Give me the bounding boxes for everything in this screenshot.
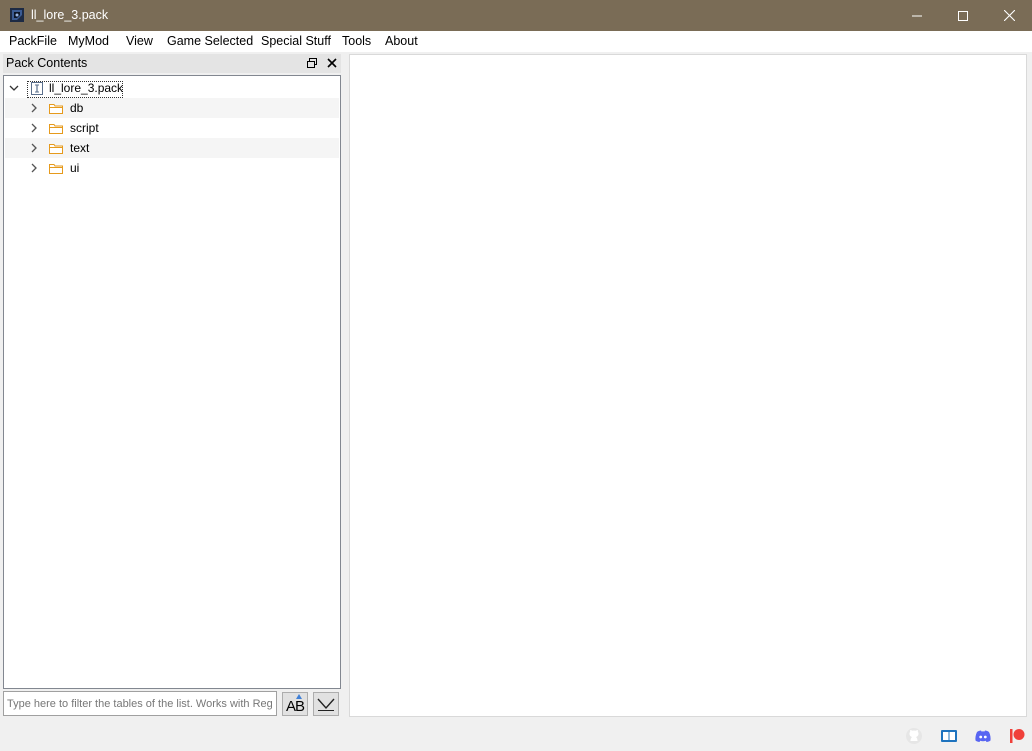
- discord-icon[interactable]: [974, 727, 992, 745]
- folder-icon: [49, 124, 63, 134]
- manual-book-icon[interactable]: [940, 727, 958, 745]
- menu-special-stuff[interactable]: Special Stuff: [261, 34, 331, 48]
- chevron-right-icon[interactable]: [29, 123, 39, 133]
- case-sensitive-button[interactable]: AB: [282, 692, 308, 716]
- minimize-button[interactable]: [894, 0, 940, 31]
- chevron-right-icon[interactable]: [29, 143, 39, 153]
- tree-item-script[interactable]: script: [5, 118, 339, 138]
- pack-contents-dock-header: Pack Contents: [3, 54, 341, 73]
- close-icon: [1003, 10, 1015, 21]
- main-content-area: [349, 54, 1027, 717]
- tree-item-label: text: [70, 141, 90, 155]
- tree-root-label: ll_lore_3.pack: [49, 81, 124, 95]
- tree-root-row[interactable]: ll_lore_3.pack: [5, 78, 339, 98]
- tree-item-label: db: [70, 101, 84, 115]
- menu-game-selected[interactable]: Game Selected: [167, 34, 253, 48]
- maximize-icon: [958, 10, 968, 21]
- float-dock-icon[interactable]: [306, 57, 318, 69]
- arrow-up-icon: [296, 694, 302, 699]
- tree-item-label: script: [70, 121, 99, 135]
- dock-title: Pack Contents: [6, 56, 88, 70]
- pack-file-icon: [31, 82, 43, 95]
- menu-bar: PackFile MyMod View Game Selected Specia…: [0, 31, 1032, 52]
- case-sensitive-label: AB: [286, 698, 305, 715]
- filter-input[interactable]: [3, 691, 277, 716]
- chevron-down-icon: [317, 698, 335, 711]
- menu-mymod[interactable]: MyMod: [68, 34, 109, 48]
- close-window-button[interactable]: [986, 0, 1032, 31]
- folder-icon: [49, 164, 63, 174]
- pack-contents-tree[interactable]: ll_lore_3.pack db script text ui: [3, 75, 341, 689]
- patreon-icon[interactable]: [1008, 727, 1026, 745]
- chevron-right-icon[interactable]: [29, 103, 39, 113]
- maximize-button[interactable]: [940, 0, 986, 31]
- app-icon: [10, 8, 24, 22]
- tree-item-label: ui: [70, 161, 80, 175]
- filter-options-button[interactable]: [313, 692, 339, 716]
- close-dock-icon[interactable]: [326, 57, 338, 69]
- menu-about[interactable]: About: [385, 34, 418, 48]
- folder-icon: [49, 144, 63, 154]
- chevron-down-icon[interactable]: [9, 83, 19, 93]
- tree-item-ui[interactable]: ui: [5, 158, 339, 178]
- menu-tools[interactable]: Tools: [342, 34, 371, 48]
- chevron-right-icon[interactable]: [29, 163, 39, 173]
- tree-item-text[interactable]: text: [5, 138, 339, 158]
- tree-item-db[interactable]: db: [5, 98, 339, 118]
- window-title: ll_lore_3.pack: [31, 8, 109, 22]
- menu-packfile[interactable]: PackFile: [9, 34, 57, 48]
- title-bar: ll_lore_3.pack: [0, 0, 1032, 31]
- minimize-icon: [912, 15, 922, 16]
- menu-view[interactable]: View: [126, 34, 153, 48]
- github-icon[interactable]: [905, 727, 923, 745]
- folder-icon: [49, 104, 63, 114]
